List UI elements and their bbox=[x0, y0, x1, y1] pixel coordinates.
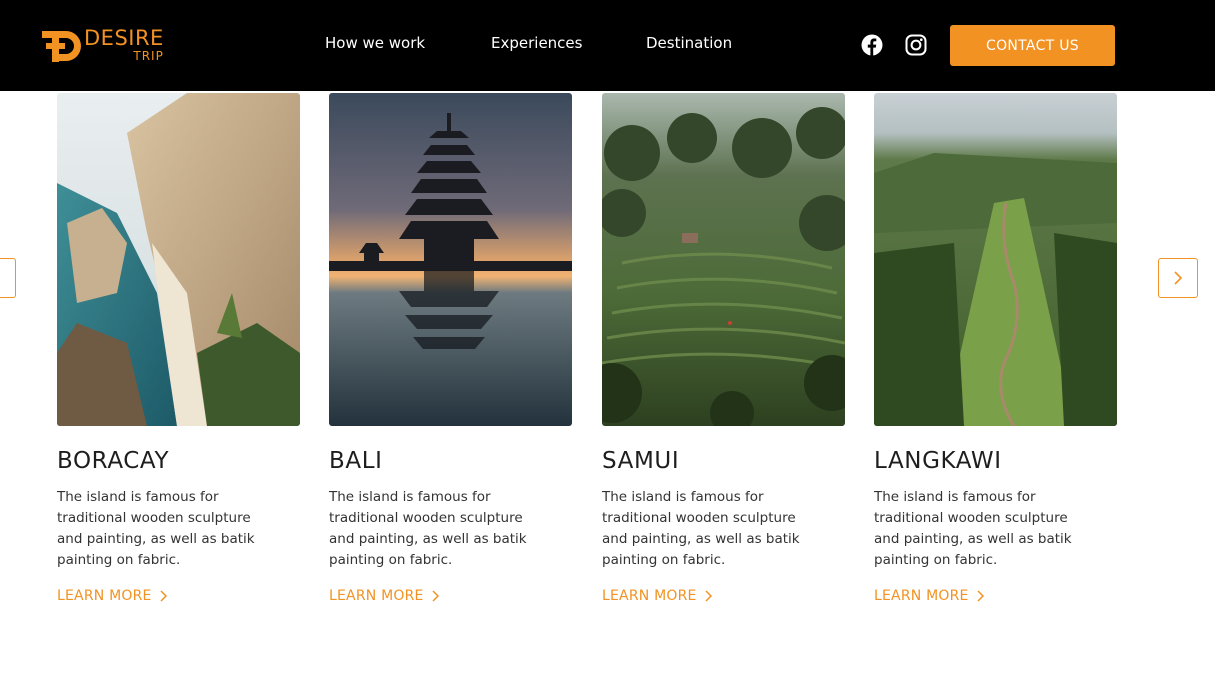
learn-more-link[interactable]: LEARN MORE bbox=[874, 588, 1117, 604]
card-title: SAMUI bbox=[602, 448, 680, 474]
chevron-right-icon bbox=[1174, 271, 1183, 285]
nav-destination[interactable]: Destination bbox=[646, 34, 732, 52]
nav-experiences[interactable]: Experiences bbox=[491, 34, 582, 52]
destination-card-samui: SAMUI The island is famous for tradition… bbox=[602, 93, 845, 604]
facebook-icon[interactable] bbox=[861, 34, 883, 56]
learn-more-link[interactable]: LEARN MORE bbox=[57, 588, 300, 604]
carousel-prev-button[interactable] bbox=[0, 258, 16, 298]
chevron-right-icon bbox=[160, 590, 167, 602]
logo-mark-icon bbox=[42, 31, 81, 62]
destination-card-bali: BALI The island is famous for traditiona… bbox=[329, 93, 572, 604]
chevron-right-icon bbox=[705, 590, 712, 602]
chevron-right-icon bbox=[432, 590, 439, 602]
site-header: DESIRE TRIP How we work Experiences Dest… bbox=[0, 0, 1215, 91]
langkawi-image[interactable] bbox=[874, 93, 1117, 426]
card-description: The island is famous for traditional woo… bbox=[57, 489, 255, 568]
learn-more-label: LEARN MORE bbox=[602, 588, 697, 604]
carousel-next-button[interactable] bbox=[1158, 258, 1198, 298]
logo-text-main: DESIRE bbox=[84, 26, 164, 50]
contact-us-button[interactable]: CONTACT US bbox=[950, 25, 1115, 66]
learn-more-link[interactable]: LEARN MORE bbox=[602, 588, 845, 604]
bali-image[interactable] bbox=[329, 93, 572, 426]
destination-card-boracay: BORACAY The island is famous for traditi… bbox=[57, 93, 300, 604]
learn-more-link[interactable]: LEARN MORE bbox=[329, 588, 572, 604]
card-description: The island is famous for traditional woo… bbox=[329, 489, 527, 568]
card-title: LANGKAWI bbox=[874, 448, 1002, 474]
samui-image[interactable] bbox=[602, 93, 845, 426]
card-description: The island is famous for traditional woo… bbox=[602, 489, 800, 568]
learn-more-label: LEARN MORE bbox=[57, 588, 152, 604]
logo-text-sub: TRIP bbox=[133, 49, 164, 63]
boracay-image[interactable] bbox=[57, 93, 300, 426]
nav-how-we-work[interactable]: How we work bbox=[325, 34, 425, 52]
chevron-right-icon bbox=[977, 590, 984, 602]
desire-trip-logo[interactable]: DESIRE TRIP bbox=[40, 24, 180, 66]
card-description: The island is famous for traditional woo… bbox=[874, 489, 1072, 568]
learn-more-label: LEARN MORE bbox=[329, 588, 424, 604]
card-title: BALI bbox=[329, 448, 383, 474]
learn-more-label: LEARN MORE bbox=[874, 588, 969, 604]
instagram-icon[interactable] bbox=[905, 34, 927, 56]
card-title: BORACAY bbox=[57, 448, 170, 474]
destination-card-langkawi: LANGKAWI The island is famous for tradit… bbox=[874, 93, 1117, 604]
